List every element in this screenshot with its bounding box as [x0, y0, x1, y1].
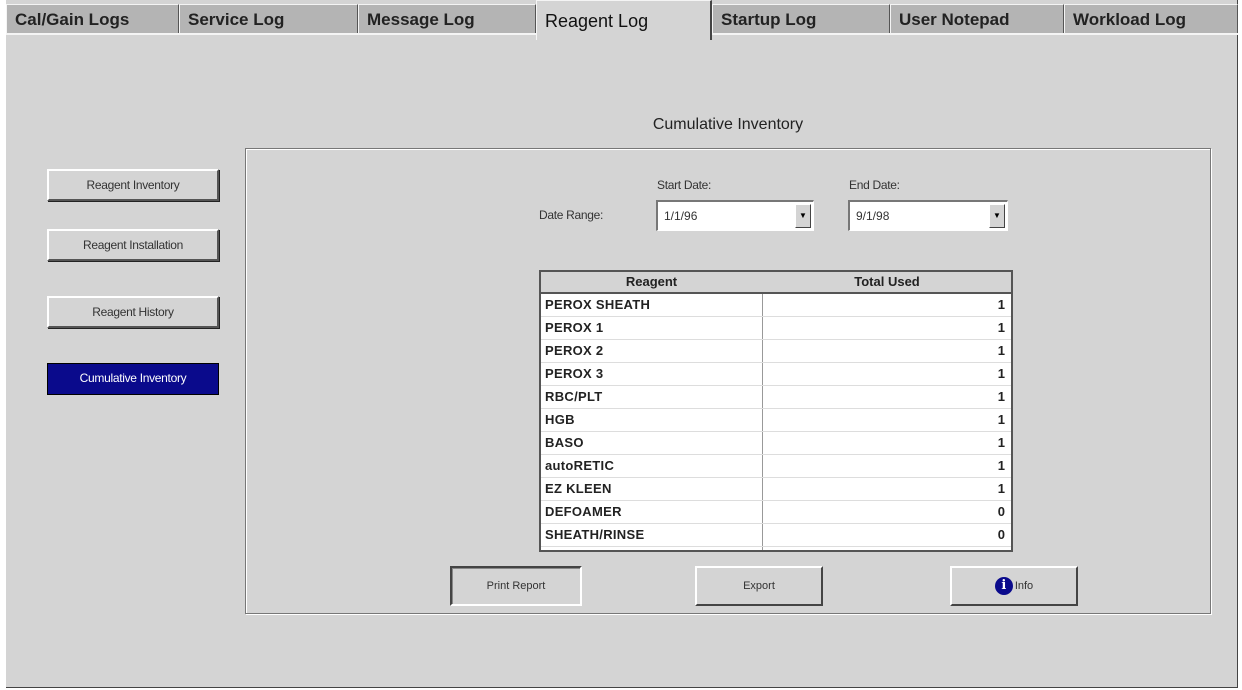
column-header-reagent[interactable]: Reagent [541, 272, 762, 292]
total-used-cell: 1 [997, 389, 1005, 404]
start-date-dropdown[interactable]: 1/1/96 ▼ [656, 200, 814, 231]
reagent-usage-table[interactable]: Reagent Total Used PEROX SHEATH 1 PEROX 1… [539, 270, 1013, 552]
tab-reagent-log[interactable]: Reagent Log [536, 0, 712, 40]
page-title: Cumulative Inventory [652, 116, 804, 133]
total-used-cell: 0 [997, 504, 1005, 519]
chevron-down-icon[interactable]: ▼ [795, 204, 811, 228]
reagent-cell: HGB [545, 412, 575, 427]
start-date-label: Start Date: [657, 178, 712, 192]
end-date-value: 9/1/98 [856, 209, 890, 223]
reagent-cell: PEROX 2 [545, 343, 604, 358]
info-button-label: Info [1014, 580, 1034, 592]
table-row[interactable]: HGB 1 [541, 409, 1011, 432]
print-report-button[interactable]: Print Report [450, 566, 582, 606]
total-used-cell: 1 [997, 297, 1005, 312]
reagent-cell: PEROX 3 [545, 366, 604, 381]
reagent-cell: RBC/PLT [545, 389, 603, 404]
start-date-value: 1/1/96 [664, 209, 698, 223]
total-used-cell: 1 [997, 320, 1005, 335]
table-row[interactable]: PEROX 3 1 [541, 363, 1011, 386]
column-header-total-used[interactable]: Total Used [763, 272, 1011, 292]
reagent-cell: BASO [545, 435, 584, 450]
info-circle-icon: i [994, 577, 1013, 596]
table-row[interactable]: PEROX SHEATH 1 [541, 294, 1011, 317]
total-used-cell: 0 [997, 527, 1005, 542]
table-row[interactable]: RBC/PLT 1 [541, 386, 1011, 409]
total-used-cell: 1 [997, 458, 1005, 473]
reagent-cell: autoRETIC [545, 458, 615, 473]
reagent-cell: DEFOAMER [545, 504, 622, 519]
total-used-cell: 1 [997, 343, 1005, 358]
date-range-label: Date Range: [539, 208, 604, 222]
table-row[interactable]: PEROX 2 1 [541, 340, 1011, 363]
reagent-history-button[interactable]: Reagent History [47, 296, 219, 328]
end-date-label: End Date: [849, 178, 900, 192]
table-header: Reagent Total Used [541, 272, 1011, 294]
table-row[interactable]: EZ KLEEN 1 [541, 478, 1011, 501]
reagent-installation-button[interactable]: Reagent Installation [47, 229, 219, 261]
table-row[interactable]: PEROX 1 1 [541, 317, 1011, 340]
total-used-cell: 1 [997, 481, 1005, 496]
reagent-cell: PEROX 1 [545, 320, 604, 335]
table-row[interactable]: DEFOAMER 0 [541, 501, 1011, 524]
log-tab-bar: Cal/Gain Logs Service Log Message Log Re… [6, 0, 1238, 40]
tab-workload-log[interactable]: Workload Log [1064, 4, 1238, 33]
reagent-log-window: Cal/Gain Logs Service Log Message Log Re… [6, 0, 1238, 688]
end-date-dropdown[interactable]: 9/1/98 ▼ [848, 200, 1008, 231]
info-button[interactable]: i Info [950, 566, 1078, 606]
tab-message-log[interactable]: Message Log [358, 4, 536, 33]
total-used-cell: 1 [997, 366, 1005, 381]
cumulative-inventory-button[interactable]: Cumulative Inventory [47, 363, 219, 395]
export-button[interactable]: Export [695, 566, 823, 606]
tab-startup-log[interactable]: Startup Log [712, 4, 890, 33]
tab-service-log[interactable]: Service Log [179, 4, 358, 33]
chevron-down-icon[interactable]: ▼ [989, 204, 1005, 228]
table-row[interactable]: SHEATH/RINSE 0 [541, 524, 1011, 547]
tab-user-notepad[interactable]: User Notepad [890, 4, 1064, 33]
total-used-cell: 1 [997, 435, 1005, 450]
table-row[interactable]: BASO 1 [541, 432, 1011, 455]
total-used-cell: 1 [997, 412, 1005, 427]
tab-cal-gain-logs[interactable]: Cal/Gain Logs [6, 4, 179, 33]
reagent-cell: PEROX SHEATH [545, 297, 651, 312]
reagent-inventory-button[interactable]: Reagent Inventory [47, 169, 219, 201]
reagent-cell: EZ KLEEN [545, 481, 612, 496]
table-row[interactable]: autoRETIC 1 [541, 455, 1011, 478]
reagent-cell: SHEATH/RINSE [545, 527, 645, 542]
